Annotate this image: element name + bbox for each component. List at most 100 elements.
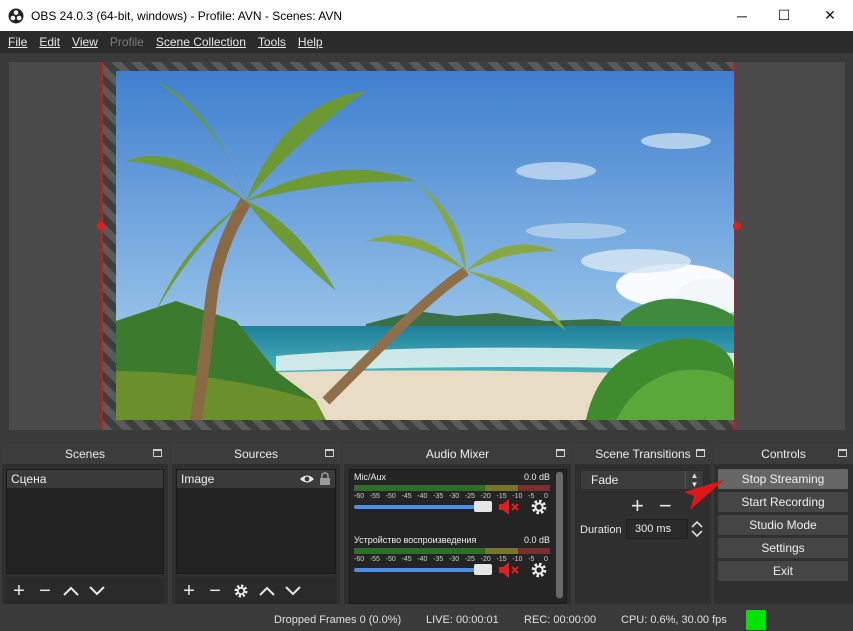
settings-button[interactable]: Settings — [718, 538, 848, 558]
preview-canvas[interactable] — [101, 62, 735, 430]
meter-scale: -60 -55 -50 -45 -40 -35 -30 -25 -20 -15 -10 -5 0 — [354, 556, 550, 564]
studio-mode-button[interactable]: Studio Mode — [718, 515, 848, 535]
float-dock-icon[interactable] — [556, 449, 565, 457]
stream-status-indicator — [746, 610, 766, 630]
source-item[interactable]: Image — [177, 470, 335, 488]
menu-scene-collection[interactable]: Scene Collection — [152, 35, 250, 49]
add-transition-icon[interactable]: + — [631, 493, 644, 519]
remove-icon[interactable]: − — [202, 578, 228, 604]
gear-icon[interactable] — [530, 498, 548, 516]
scenes-dock: Scenes Сцена + − — [2, 444, 168, 604]
scene-item[interactable]: Сцена — [7, 470, 163, 488]
rec-timer: REC: 00:00:00 — [524, 614, 597, 626]
add-icon[interactable]: + — [176, 578, 202, 604]
menu-tools[interactable]: Tools — [254, 35, 290, 49]
move-down-icon[interactable] — [84, 578, 110, 604]
scene-transitions-dock-title: Scene Transitions — [575, 444, 711, 464]
channel-db: 0.0 dB — [523, 472, 550, 482]
transition-select-value: Fade — [591, 473, 619, 487]
channel-name: Устройство воспроизведения — [354, 535, 477, 545]
meter-scale: -60 -55 -50 -45 -40 -35 -30 -25 -20 -15 -10 -5 0 — [354, 493, 550, 501]
mixer-scrollbar[interactable] — [556, 472, 563, 599]
meter-scale-label: -25 — [464, 493, 475, 500]
resize-handle-left[interactable] — [97, 222, 105, 230]
menu-edit[interactable]: Edit — [35, 35, 64, 49]
add-icon[interactable]: + — [6, 578, 32, 604]
mixer-channel: Mic/Aux 0.0 dB -60 -55 -50 -45 -40 -35 -30 -25-… — [354, 472, 550, 527]
float-dock-icon[interactable] — [696, 449, 705, 457]
menu-view[interactable]: View — [68, 35, 102, 49]
resize-handle-right[interactable] — [733, 222, 741, 230]
volume-slider-knob[interactable] — [474, 564, 492, 575]
scenes-title: Scenes — [64, 447, 106, 461]
volume-slider-knob[interactable] — [474, 501, 492, 512]
move-up-icon[interactable] — [254, 578, 280, 604]
audio-mixer-dock: Audio Mixer Mic/Aux 0.0 dB -60 -55 -50 -45-… — [344, 444, 571, 604]
duration-label: Duration — [580, 524, 622, 536]
menu-profile[interactable]: Profile — [106, 35, 148, 49]
controls-dock-title: Controls — [714, 444, 853, 464]
meter-scale-label: -55 — [369, 493, 380, 500]
sources-dock-title: Sources — [172, 444, 340, 464]
stop-streaming-button[interactable]: Stop Streaming — [718, 469, 848, 489]
start-recording-button[interactable]: Start Recording — [718, 492, 848, 512]
minimize-button[interactable]: ─ — [719, 0, 765, 31]
beach-photo — [116, 71, 734, 420]
muted-speaker-icon[interactable] — [498, 561, 520, 579]
meter-scale-label: -30 — [449, 493, 460, 500]
meter-scale-label: -20 — [480, 493, 491, 500]
float-dock-icon[interactable] — [838, 449, 847, 457]
exit-button[interactable]: Exit — [718, 561, 848, 581]
audio-mixer-title: Audio Mixer — [425, 447, 490, 461]
gear-icon[interactable] — [228, 578, 254, 604]
title-bar: OBS 24.0.3 (64-bit, windows) - Profile: … — [0, 0, 853, 31]
duration-input[interactable]: 300 ms — [626, 519, 688, 539]
remove-transition-icon[interactable]: − — [659, 493, 672, 519]
close-button[interactable]: ✕ — [807, 0, 853, 31]
move-up-icon[interactable] — [58, 578, 84, 604]
menu-bar: File Edit View Profile Scene Collection … — [0, 31, 853, 53]
menu-help[interactable]: Help — [294, 35, 327, 49]
muted-speaker-icon[interactable] — [498, 498, 520, 516]
meter-scale-label: -45 — [401, 556, 412, 563]
source-item-label: Image — [181, 472, 215, 486]
volume-meter — [354, 485, 550, 491]
mixer-area: Mic/Aux 0.0 dB -60 -55 -50 -45 -40 -35 -30 -25-… — [349, 469, 567, 604]
preview-area[interactable] — [9, 62, 845, 430]
move-down-icon[interactable] — [280, 578, 306, 604]
cpu-fps: CPU: 0.6%, 30.00 fps — [621, 614, 727, 626]
gear-icon[interactable] — [530, 561, 548, 579]
sources-title: Sources — [233, 447, 279, 461]
image-source[interactable] — [116, 71, 734, 420]
obs-logo-icon — [8, 8, 24, 23]
float-dock-icon[interactable] — [153, 449, 162, 457]
meter-scale-label: -35 — [433, 493, 444, 500]
meter-scale-label: -20 — [480, 556, 491, 563]
meter-scale-label: -50 — [385, 556, 396, 563]
volume-slider[interactable] — [354, 505, 484, 509]
scenes-toolbar: + − — [6, 578, 164, 604]
duration-spinner-icon[interactable] — [690, 519, 704, 539]
lock-icon[interactable] — [319, 472, 331, 486]
meter-scale-label: -45 — [401, 493, 412, 500]
maximize-button[interactable]: ☐ — [761, 0, 807, 31]
menu-file[interactable]: File — [4, 35, 31, 49]
mixer-channel: Устройство воспроизведения 0.0 dB -60 -55… — [354, 535, 550, 590]
volume-slider[interactable] — [354, 568, 484, 572]
remove-icon[interactable]: − — [32, 578, 58, 604]
annotation-arrow-icon — [684, 480, 724, 510]
meter-scale-label: -40 — [417, 493, 428, 500]
dropped-frames: Dropped Frames 0 (0.0%) — [274, 614, 402, 626]
channel-db: 0.0 dB — [523, 535, 550, 545]
audio-mixer-dock-title: Audio Mixer — [344, 444, 571, 464]
sources-dock: Sources Image + − — [172, 444, 340, 604]
float-dock-icon[interactable] — [325, 449, 334, 457]
channel-name: Mic/Aux — [354, 472, 387, 482]
volume-meter — [354, 548, 550, 554]
sources-list: Image — [176, 469, 336, 574]
visibility-eye-icon[interactable] — [299, 473, 315, 485]
scrollbar-thumb[interactable] — [556, 472, 563, 598]
controls-title: Controls — [761, 447, 806, 461]
live-timer: LIVE: 00:00:01 — [426, 614, 499, 626]
meter-scale-label: -30 — [449, 556, 460, 563]
